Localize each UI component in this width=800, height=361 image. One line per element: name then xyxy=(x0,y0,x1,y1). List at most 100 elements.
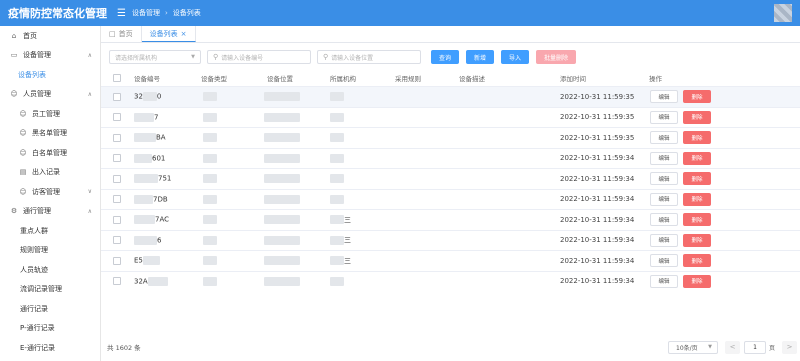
table-row[interactable]: 32 0 2022-10-31 11:59:35 编辑 删除 xyxy=(101,86,800,107)
row-checkbox[interactable] xyxy=(113,256,121,265)
device-code-input[interactable]: ⚲ 请输入设备编号 xyxy=(207,50,311,64)
org-tail: 三 xyxy=(344,215,351,224)
delete-button[interactable]: 删除 xyxy=(683,233,711,247)
close-icon[interactable]: × xyxy=(181,30,187,38)
device-type-cell xyxy=(203,276,217,286)
home-icon: ⌂ xyxy=(11,31,17,40)
batch-delete-button[interactable]: 批量删除 xyxy=(536,50,577,64)
sidebar-item[interactable]: P-通行记录 xyxy=(0,319,100,339)
sidebar-item-label: 员工管理 xyxy=(32,109,60,118)
query-button[interactable]: 查询 xyxy=(431,50,460,64)
row-checkbox[interactable] xyxy=(113,277,121,286)
sidebar-item[interactable]: ☺ 访客管理 ∨ xyxy=(0,182,100,202)
sidebar-item[interactable]: 规则管理 xyxy=(0,241,100,261)
redacted-block xyxy=(142,256,160,266)
delete-button[interactable]: 删除 xyxy=(683,192,711,206)
table-row[interactable]: 6 三 2022-10-31 11:59:34 编辑 删除 xyxy=(101,229,800,251)
sidebar-item[interactable]: ☺ 白名单管理 xyxy=(0,143,100,163)
delete-button[interactable]: 删除 xyxy=(683,90,711,104)
device-code-tail: 7DB xyxy=(153,195,168,204)
edit-button[interactable]: 编辑 xyxy=(650,213,678,227)
row-checkbox[interactable] xyxy=(113,236,121,245)
table-row[interactable]: 751 2022-10-31 11:59:34 编辑 删除 xyxy=(101,168,800,189)
hamburger-menu-icon[interactable]: ☰ xyxy=(117,8,126,19)
edit-button[interactable]: 编辑 xyxy=(650,110,678,124)
table-row[interactable]: BA 2022-10-31 11:59:35 编辑 删除 xyxy=(101,127,800,148)
delete-button[interactable]: 删除 xyxy=(683,131,711,145)
device-location-input[interactable]: ⚲ 请输入设备位置 xyxy=(317,50,421,64)
redacted-block xyxy=(264,194,300,204)
delete-button[interactable]: 删除 xyxy=(683,172,711,186)
sidebar-item[interactable]: ⚙ 通行管理 ∧ xyxy=(0,202,100,222)
add-button[interactable]: 新增 xyxy=(466,50,495,64)
added-time-cell: 2022-10-31 11:59:34 xyxy=(560,236,635,245)
sidebar-item[interactable]: E-通行记录 xyxy=(0,338,100,358)
prev-page-button[interactable]: < xyxy=(725,340,740,354)
sidebar-item[interactable]: 人员轨迹 xyxy=(0,260,100,280)
edit-button[interactable]: 编辑 xyxy=(650,172,678,186)
sidebar-item-label: 白名单管理 xyxy=(32,148,67,157)
table-row[interactable]: 32A 2022-10-31 11:59:34 编辑 删除 xyxy=(101,270,800,292)
device-code-visible: 32 xyxy=(134,92,143,101)
delete-button[interactable]: 删除 xyxy=(683,213,711,227)
device-location-cell xyxy=(264,256,300,266)
device-code-tail: 0 xyxy=(156,92,162,101)
sidebar-item[interactable]: ▤ 出入记录 xyxy=(0,163,100,183)
table-row[interactable]: 601 2022-10-31 11:59:34 编辑 删除 xyxy=(101,147,800,169)
row-checkbox[interactable] xyxy=(113,154,121,163)
sidebar-item[interactable]: ▭ 设备管理 ∧ xyxy=(0,46,100,66)
delete-button[interactable]: 删除 xyxy=(683,274,711,288)
row-checkbox[interactable] xyxy=(113,195,121,204)
breadcrumb-item[interactable]: 设备管理 xyxy=(132,8,160,18)
delete-button[interactable]: 删除 xyxy=(683,254,711,268)
row-checkbox[interactable] xyxy=(113,133,121,142)
page-suffix: 页 xyxy=(769,344,776,352)
sidebar-item[interactable]: 设备列表 xyxy=(0,65,100,85)
sidebar-item[interactable]: 重点人群 xyxy=(0,221,100,241)
redacted-block xyxy=(203,276,217,286)
row-checkbox[interactable] xyxy=(113,215,121,224)
org-cell: 三 xyxy=(330,256,351,266)
edit-button[interactable]: 编辑 xyxy=(650,254,678,268)
row-checkbox[interactable] xyxy=(113,92,121,101)
sidebar: ⌂ 首页 ▭ 设备管理 ∧ 设备列表 ☺ 人员管理 ∧ ☺ 员工管理 ☺ 黑名单管理 ☺ 白名单管理 ▤ 出入记… xyxy=(0,26,101,361)
tab-home[interactable]: □ 首页 xyxy=(101,26,142,42)
sidebar-item[interactable]: 通行记录 xyxy=(0,299,100,319)
sidebar-item[interactable]: 流调记录管理 xyxy=(0,280,100,300)
tab-device-list[interactable]: 设备列表 × xyxy=(141,26,196,42)
select-all-checkbox[interactable] xyxy=(113,74,121,82)
row-checkbox[interactable] xyxy=(113,174,121,183)
user-icon: ☺ xyxy=(10,90,18,99)
table-row[interactable]: 7AC 三 2022-10-31 11:59:34 编辑 删除 xyxy=(101,209,800,230)
sidebar-item-label: 黑名单管理 xyxy=(32,129,67,138)
device-type-cell xyxy=(203,133,217,143)
device-type-cell xyxy=(203,112,217,122)
table-row[interactable]: 7 2022-10-31 11:59:35 编辑 删除 xyxy=(101,106,800,128)
next-page-button[interactable]: > xyxy=(782,340,797,354)
avatar[interactable] xyxy=(774,4,792,22)
sidebar-item[interactable]: ☺ 员工管理 xyxy=(0,104,100,124)
table-row[interactable]: 7DB 2022-10-31 11:59:34 编辑 删除 xyxy=(101,188,800,210)
sidebar-item[interactable]: ☺ 人员管理 ∧ xyxy=(0,85,100,105)
row-checkbox[interactable] xyxy=(113,113,121,122)
edit-button[interactable]: 编辑 xyxy=(650,233,678,247)
redacted-block xyxy=(264,153,300,163)
redacted-block xyxy=(264,133,300,143)
org-cell xyxy=(330,276,344,286)
delete-button[interactable]: 删除 xyxy=(683,151,711,165)
sidebar-item[interactable]: ⌂ 首页 xyxy=(0,26,100,46)
edit-button[interactable]: 编辑 xyxy=(650,274,678,288)
breadcrumb-item-current: 设备列表 xyxy=(172,9,201,17)
table-row[interactable]: E5 三 2022-10-31 11:59:34 编辑 删除 xyxy=(101,250,800,271)
sidebar-item[interactable]: ☺ 黑名单管理 xyxy=(0,124,100,144)
edit-button[interactable]: 编辑 xyxy=(650,151,678,165)
edit-button[interactable]: 编辑 xyxy=(650,192,678,206)
delete-button[interactable]: 删除 xyxy=(683,110,711,124)
edit-button[interactable]: 编辑 xyxy=(650,90,678,104)
page-size-select[interactable]: 10条/页 ▼ xyxy=(668,340,718,354)
import-button[interactable]: 导入 xyxy=(501,50,530,64)
page-number-input[interactable]: 1 xyxy=(744,340,766,354)
org-select[interactable]: 请选择所属机构 ▼ xyxy=(109,50,201,64)
edit-button[interactable]: 编辑 xyxy=(650,131,678,145)
redacted-block xyxy=(330,194,344,204)
